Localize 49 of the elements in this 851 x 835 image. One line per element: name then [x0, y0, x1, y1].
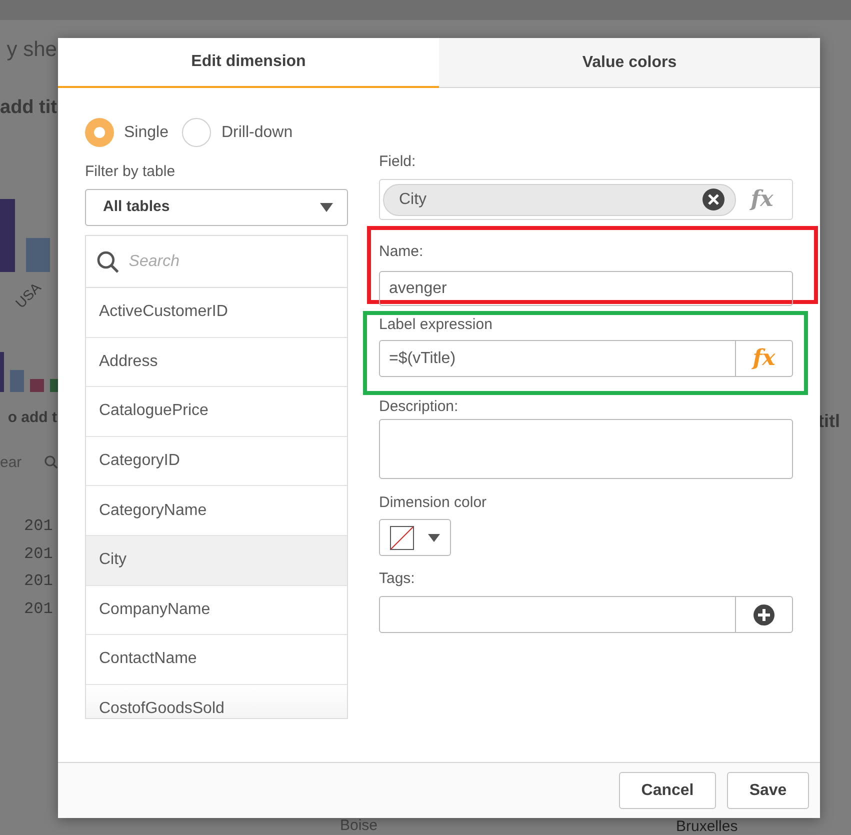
no-color-swatch-icon: [390, 526, 414, 550]
field-input[interactable]: City fx: [379, 179, 793, 220]
chart-title: o add t: [8, 408, 57, 428]
search-field[interactable]: Search: [128, 246, 337, 276]
field-label: Label expression: [379, 316, 494, 334]
radio-label: Drill-down: [221, 122, 293, 142]
field-list-item[interactable]: CompanyName: [86, 586, 347, 636]
field-label: Dimension color: [379, 494, 488, 512]
clear-icon[interactable]: [702, 188, 725, 211]
field-list-item[interactable]: City: [86, 536, 347, 586]
field-label: Name:: [379, 243, 424, 261]
year-cell-text: 201: [24, 544, 53, 564]
chart-bar: [26, 238, 50, 272]
caret-icon: [320, 203, 333, 212]
tab[interactable]: Value colors: [439, 38, 820, 88]
radio-button[interactable]: [85, 118, 114, 147]
search-icon: [96, 250, 120, 274]
sheet-title: y she: [6, 37, 57, 63]
radio-label: Single: [124, 122, 168, 142]
year-cell-text: 201: [24, 598, 53, 620]
field-label: Description:: [379, 398, 460, 416]
dialog-button[interactable]: Save: [727, 772, 809, 809]
table-dropdown[interactable]: All tables: [85, 189, 348, 226]
expression-input[interactable]: =$(vTitle) fx: [379, 340, 793, 377]
name-input[interactable]: avenger: [379, 271, 793, 306]
tags-input[interactable]: [379, 596, 793, 633]
field-chip[interactable]: City: [383, 184, 736, 216]
mini-chart-bar: [30, 379, 44, 392]
chart-title: add tit: [0, 96, 57, 120]
search-icon: [44, 455, 58, 469]
axis-label: USA: [11, 278, 45, 313]
map-label: Boise: [340, 818, 378, 833]
color-picker-button[interactable]: [379, 519, 451, 556]
radio-button[interactable]: [182, 118, 212, 147]
dialog-button[interactable]: Cancel: [619, 772, 716, 809]
mini-chart-bar: [10, 370, 24, 392]
description-input[interactable]: [379, 419, 793, 479]
plus-icon: [753, 604, 775, 626]
map-label: Bruxelles: [676, 819, 738, 834]
mini-chart-bar: [0, 352, 4, 392]
field-list-item[interactable]: Address: [86, 338, 347, 388]
field-label: Field:: [379, 153, 417, 171]
year-cell-text: 201: [24, 571, 53, 592]
mini-chart-bar: [50, 379, 58, 392]
field-label: Filter by table: [85, 163, 176, 181]
field-label: Tags:: [379, 570, 416, 588]
caret-icon: [428, 534, 440, 542]
year-cell-text: 201: [24, 516, 53, 537]
tab[interactable]: Edit dimension: [58, 38, 439, 88]
